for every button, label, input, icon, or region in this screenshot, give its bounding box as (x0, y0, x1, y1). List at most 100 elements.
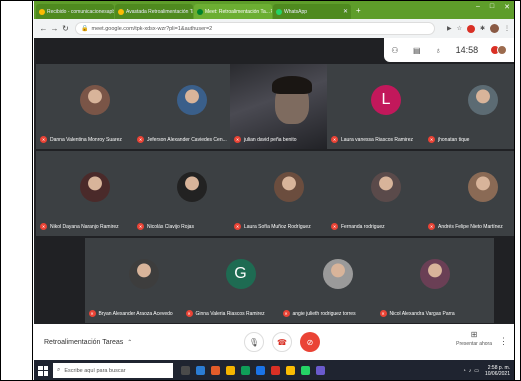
present-now-button[interactable]: ⊞ Presentar ahora (456, 330, 492, 347)
search-icon: ⌕ (57, 367, 61, 373)
avatar (419, 259, 450, 289)
screenshot-area: Recibido - comunicacionesapb...✕Avastada… (34, 0, 514, 381)
avatar (177, 85, 207, 115)
cast-icon[interactable]: ▶ (447, 25, 452, 32)
participant-name-row: ✕ Nicolás Clavijo Rojas (137, 223, 194, 230)
taskbar-app-icon[interactable] (286, 366, 295, 375)
url-input[interactable]: 🔒 meet.google.com/tpk-xdsx-wzr?pli=1&aut… (75, 22, 435, 35)
avatar (177, 172, 207, 202)
meet-clock: 14:58 (455, 45, 479, 55)
forward-arrow-icon[interactable]: → (49, 24, 60, 33)
participants-icon[interactable]: ⚇ (391, 46, 398, 55)
participant-tile[interactable]: ✕ Nicol Alexandra Vargas Parra (375, 238, 494, 323)
more-options-icon[interactable]: ⋮ (499, 336, 508, 347)
taskbar-app-icon[interactable] (241, 366, 250, 375)
notification-icon[interactable]: ▭ (474, 368, 479, 374)
participant-name: Nicol Alexandra Vargas Parra (389, 310, 455, 317)
mic-off-icon: ✕ (428, 136, 435, 143)
mic-off-icon: ✕ (137, 136, 144, 143)
taskbar-clock[interactable]: 2:58 p. m. 10/06/2021 (485, 365, 510, 377)
meet-info-bar: ⚇ ▤ ♁ 14:58 (384, 38, 514, 62)
maximize-button[interactable]: □ (490, 3, 494, 11)
document-left-margin (0, 0, 33, 381)
avatar (468, 85, 498, 115)
avatar: G (225, 259, 256, 289)
mic-off-icon: ✕ (234, 223, 241, 230)
activities-icon[interactable]: ♁ (435, 46, 441, 55)
browser-tab[interactable]: Meet: Retroalimentación Ta...✕ (194, 4, 272, 19)
participant-name-row: ✕ Jeferson Alexander Caviedes Cen... (137, 136, 227, 143)
tab-favicon-icon (39, 8, 45, 15)
browser-menu-icon[interactable]: ⋮ (504, 25, 510, 32)
participant-name: Nikol Dayana Naranjo Ramirez (50, 223, 119, 230)
participant-name: Bryan Alexander Araoza Acevedo (98, 310, 173, 317)
meeting-title[interactable]: Retroalimentación Tareas (44, 339, 123, 346)
taskbar-app-icon[interactable] (226, 366, 235, 375)
taskbar-app-icon[interactable] (181, 366, 190, 375)
avatar (274, 172, 304, 202)
participant-name-row: ✕ Ginna Valeria Riascos Ramirez (185, 310, 265, 317)
avatar: L (371, 85, 401, 115)
participant-name: angie julieth rodriguez torres (292, 310, 356, 317)
taskbar-date: 10/06/2021 (484, 370, 510, 377)
participant-name-row: ✕ Laura Sofía Muñoz Rodríguez (234, 223, 311, 230)
mic-off-icon: ✕ (40, 136, 47, 143)
participant-name-row: ✕ Danna Valentina Monroy Suarez (40, 136, 122, 143)
microphone-button[interactable]: 🎙 (244, 332, 264, 352)
bookmark-star-icon[interactable]: ☆ (457, 25, 462, 32)
taskbar-app-icon[interactable] (196, 366, 205, 375)
chevron-up-icon[interactable]: ⌃ (127, 339, 132, 346)
browser-tab[interactable]: Recibido - comunicacionesapb...✕ (36, 4, 114, 19)
call-controls: 🎙 ☎ ⊘ (244, 332, 320, 352)
participant-name-row: ✕ Nikol Dayana Naranjo Ramirez (40, 223, 119, 230)
taskbar-app-icon[interactable] (256, 366, 265, 375)
network-icon[interactable]: ◔ (463, 368, 466, 374)
browser-tab[interactable]: WhatsApp ✕ (273, 4, 351, 19)
back-arrow-icon[interactable]: ← (38, 24, 49, 33)
puzzle-icon[interactable]: ✱ (480, 25, 485, 32)
minimize-button[interactable]: – (476, 3, 480, 11)
taskbar-app-icon[interactable] (316, 366, 325, 375)
participant-name-row: ✕ angie julieth rodriguez torres (282, 310, 356, 317)
participant-name: Laura Sofía Muñoz Rodríguez (244, 223, 311, 230)
avatar (468, 172, 498, 202)
reload-icon[interactable]: ↻ (60, 24, 71, 33)
participant-name-row: ✕ Laura vanessa Riascos Ramirez (331, 136, 413, 143)
participant-name-row: ✕ Bryan Alexander Araoza Acevedo (88, 310, 173, 317)
taskbar-app-icon[interactable] (211, 366, 220, 375)
taskbar-app-icon[interactable] (271, 366, 280, 375)
extension-icon[interactable] (466, 24, 475, 33)
avatar (128, 259, 159, 289)
camera-off-button[interactable]: ⊘ (300, 332, 320, 352)
avatar (80, 85, 110, 115)
volume-icon[interactable]: ♪ (469, 368, 472, 374)
participant-name-row: ✕ Andrés Felipe Nieto Martínez (428, 223, 503, 230)
taskbar-search-input[interactable]: ⌕ Escribe aquí para buscar (53, 363, 173, 378)
participant-tile[interactable]: ✕ jhonatan tique (424, 64, 514, 149)
present-now-label: Presentar ahora (456, 341, 492, 347)
hang-up-button[interactable]: ☎ (272, 332, 292, 352)
taskbar-apps (181, 366, 325, 375)
system-tray: ◔ ♪ ▭ 2:58 p. m. 10/06/2021 (463, 365, 510, 377)
mic-off-icon: ✕ (137, 223, 144, 230)
tab-close-icon[interactable]: ✕ (343, 8, 348, 15)
mic-off-icon: ✕ (88, 310, 96, 317)
mic-off-icon: ✕ (185, 310, 193, 317)
tab-label: WhatsApp (284, 8, 308, 15)
browser-tab[interactable]: Avastada Retroalimentación Ta...✕ (115, 4, 193, 19)
profile-avatar[interactable] (490, 24, 499, 33)
chat-icon[interactable]: ▤ (413, 46, 421, 55)
new-tab-button[interactable]: + (356, 6, 361, 15)
tab-close-icon[interactable]: ✕ (270, 8, 272, 15)
browser-tab-strip: Recibido - comunicacionesapb...✕Avastada… (34, 0, 514, 19)
participant-tile[interactable]: ✕ Andrés Felipe Nieto Martínez (424, 151, 514, 236)
avatar (322, 259, 353, 289)
tab-label: Avastada Retroalimentación Ta... (126, 8, 193, 15)
windows-start-icon[interactable] (38, 365, 48, 376)
avatar (371, 172, 401, 202)
mic-off-icon: ✕ (40, 223, 47, 230)
tab-favicon-icon (197, 8, 203, 15)
mic-off-icon: ✕ (331, 136, 338, 143)
taskbar-app-icon[interactable] (301, 366, 310, 375)
close-window-button[interactable]: ✕ (504, 3, 510, 11)
